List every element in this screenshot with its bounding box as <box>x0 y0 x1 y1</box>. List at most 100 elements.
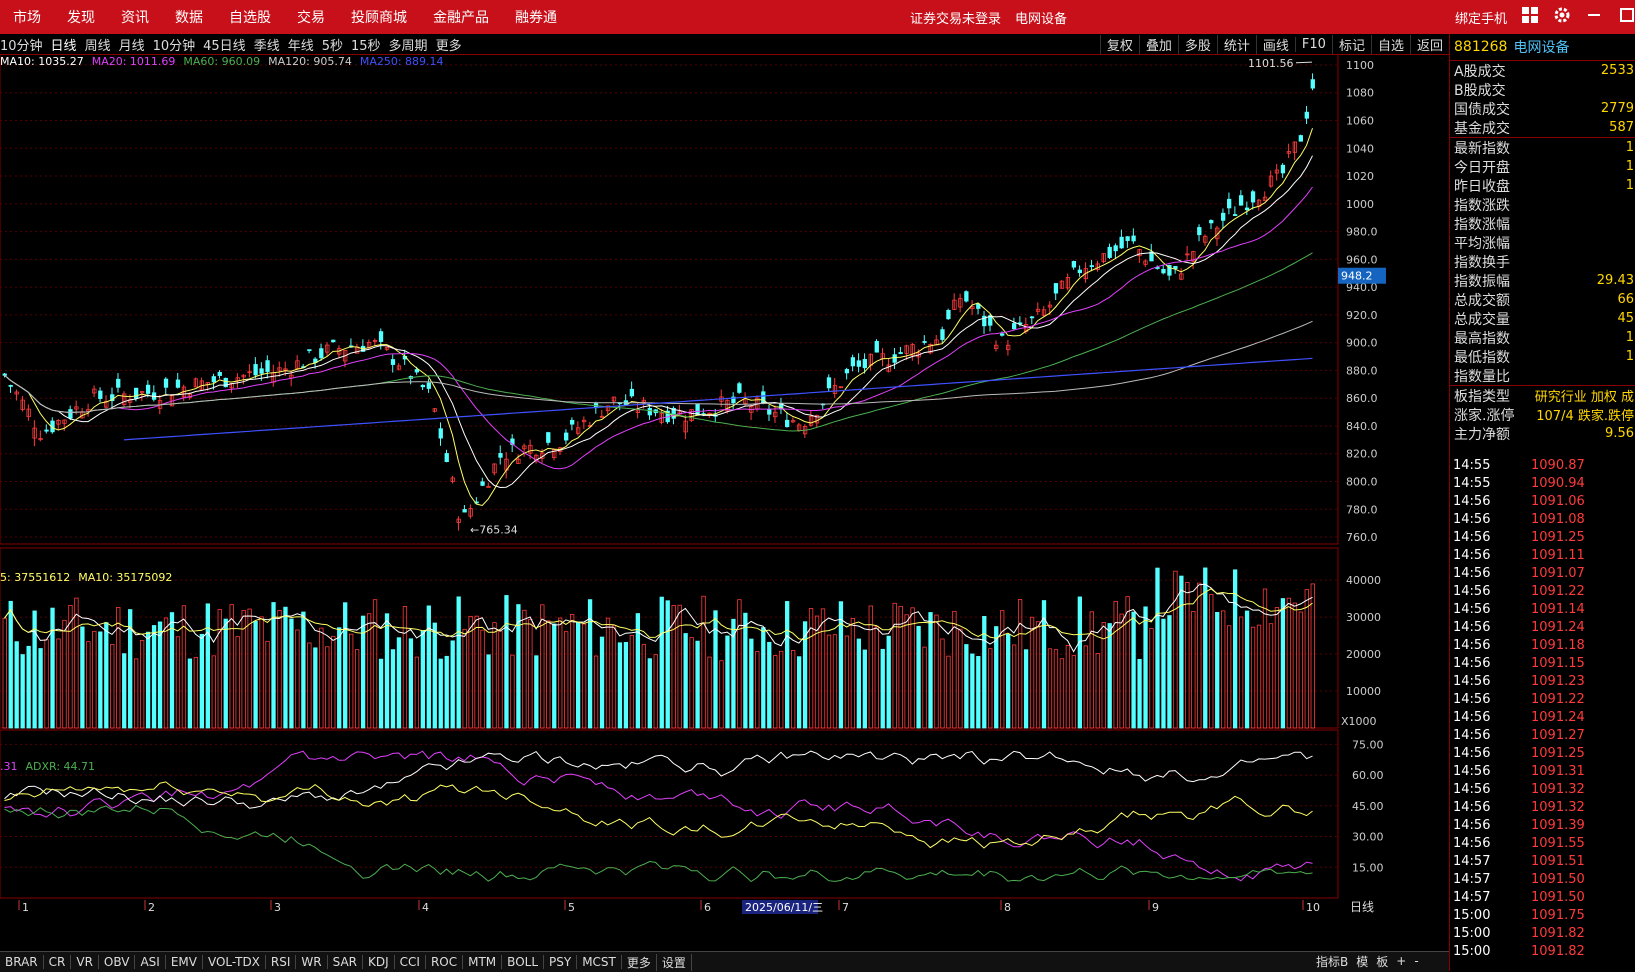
tool-adjust[interactable]: 复权 <box>1099 34 1139 54</box>
period-year[interactable]: 年线 <box>288 35 314 54</box>
candle-body <box>1304 111 1309 119</box>
maximize-icon[interactable] <box>1617 6 1635 28</box>
tick-time: 15:00 <box>1453 943 1491 959</box>
menu-data[interactable]: 数据 <box>175 7 203 27</box>
volume-bar <box>976 656 981 729</box>
indicator-tab[interactable]: ROC <box>426 955 464 969</box>
period-45day[interactable]: 45日线 <box>203 35 246 54</box>
volume-bar <box>1083 645 1088 729</box>
indicator-tab[interactable]: MCST <box>577 955 622 969</box>
tool-draw[interactable]: 画线 <box>1255 34 1295 54</box>
quote-value: 66 <box>1617 292 1634 307</box>
menu-market[interactable]: 市场 <box>13 7 41 27</box>
volume-bar <box>617 642 623 729</box>
zoom-out-button[interactable]: - <box>1410 954 1422 968</box>
volume-bar <box>1053 649 1059 729</box>
volume-bar <box>247 608 252 729</box>
period-5s[interactable]: 5秒 <box>322 35 343 54</box>
indicator-tab[interactable]: VR <box>71 955 99 969</box>
period-quarter[interactable]: 季线 <box>254 35 280 54</box>
tick-row: 14:57 1091.50 <box>1449 870 1635 888</box>
menu-discover[interactable]: 发现 <box>67 7 95 27</box>
indicator-tab[interactable]: 更多 <box>622 953 657 971</box>
volume-bar <box>20 654 25 729</box>
tool-overlay[interactable]: 叠加 <box>1138 34 1178 54</box>
candle-body <box>1238 195 1244 206</box>
indicator-tab[interactable]: CR <box>44 955 72 969</box>
indicator-tab[interactable]: PSY <box>544 955 578 969</box>
tool-multi-stock[interactable]: 多股 <box>1177 34 1217 54</box>
tool-stats[interactable]: 统计 <box>1216 34 1256 54</box>
quote-row: 今日开盘 1 <box>1450 157 1635 176</box>
period-10min-b[interactable]: 10分钟 <box>153 35 196 54</box>
grid-icon[interactable] <box>1521 6 1539 28</box>
volume-bar <box>1077 596 1082 729</box>
period-weekly[interactable]: 周线 <box>85 35 111 54</box>
tick-time: 14:55 <box>1453 475 1491 491</box>
volume-bar <box>8 600 13 729</box>
tool-back[interactable]: 返回 <box>1409 34 1449 54</box>
quote-row: 平均涨幅 <box>1450 233 1635 252</box>
indicator-tab[interactable]: BOLL <box>502 955 545 969</box>
indicator-tab[interactable]: EMV <box>166 955 203 969</box>
current-price-label: 948.2 <box>1341 270 1373 283</box>
tick-price: 1091.11 <box>1531 547 1585 563</box>
login-status[interactable]: 证券交易未登录 <box>910 8 1001 27</box>
indicator-tab[interactable]: ASI <box>135 955 166 969</box>
period-monthly[interactable]: 月线 <box>119 35 145 54</box>
volume-bar <box>253 620 258 729</box>
tool-f10[interactable]: F10 <box>1294 36 1332 52</box>
tool-watch[interactable]: 自选 <box>1370 34 1410 54</box>
tick-time: 14:56 <box>1453 511 1491 527</box>
menu-news[interactable]: 资讯 <box>121 7 149 27</box>
period-daily[interactable]: 日线 <box>51 35 77 54</box>
volume-unit-label: X1000 <box>1341 715 1377 728</box>
tick-price: 1091.50 <box>1531 889 1585 905</box>
period-more[interactable]: 更多 <box>436 35 462 54</box>
kline-chart[interactable]: 110010801060104010201000980.0960.0940.09… <box>0 54 1449 951</box>
indicator-tab[interactable]: 设置 <box>657 953 692 971</box>
volume-bar <box>498 630 503 729</box>
indicator-tab[interactable]: KDJ <box>363 955 395 969</box>
indicator-tab[interactable]: WR <box>296 955 328 969</box>
menu-watchlist[interactable]: 自选股 <box>229 7 271 27</box>
menu-trade[interactable]: 交易 <box>297 7 325 27</box>
indicator-tab[interactable]: CCI <box>395 955 426 969</box>
quote-row: 板指类型 研究行业 加权 成 <box>1450 385 1635 405</box>
quote-label: 指数量比 <box>1454 368 1510 385</box>
menu-margin[interactable]: 融券通 <box>515 7 557 27</box>
gear-icon[interactable] <box>1553 6 1571 28</box>
volume-bar <box>307 642 312 729</box>
menu-advisor-mall[interactable]: 投顾商城 <box>351 7 407 27</box>
volume-bar <box>1244 610 1250 729</box>
period-multi[interactable]: 多周期 <box>389 35 428 54</box>
volume-bar <box>581 623 587 729</box>
menu-finance-products[interactable]: 金融产品 <box>433 7 489 27</box>
volume-bar <box>940 638 945 729</box>
tick-list[interactable]: 14:55 1090.87 14:55 1090.94 14:56 1091.06 14:5… <box>1449 456 1635 960</box>
max-price-arrow <box>1295 61 1313 64</box>
volume-bar <box>767 641 772 729</box>
period-15s[interactable]: 15秒 <box>351 35 381 54</box>
board-button[interactable]: 板 <box>1372 953 1392 970</box>
period-10min[interactable]: 10分钟 <box>0 35 43 54</box>
indicator-tab[interactable]: BRAR <box>0 955 44 969</box>
volume-bar <box>534 655 539 729</box>
minimize-icon[interactable] <box>1585 6 1603 28</box>
indicator-tab[interactable]: MTM <box>463 955 503 969</box>
indicator-tab[interactable]: OBV <box>99 955 136 969</box>
zoom-in-button[interactable]: + <box>1392 954 1410 968</box>
bind-phone-button[interactable]: 绑定手机 <box>1455 8 1507 27</box>
volume-bar <box>647 658 652 729</box>
volume-bar <box>820 608 826 729</box>
volume-bar <box>558 617 563 729</box>
tool-mark[interactable]: 标记 <box>1331 34 1371 54</box>
template-button[interactable]: 模 <box>1352 953 1372 970</box>
indicator-b-button[interactable]: 指标B <box>1312 953 1352 970</box>
tick-row: 15:00 1091.75 <box>1449 906 1635 924</box>
indicator-tab[interactable]: RSI <box>266 955 297 969</box>
indicator-tab[interactable]: SAR <box>328 955 363 969</box>
indicator-tab[interactable]: VOL-TDX <box>203 955 266 969</box>
candle-body <box>319 348 324 359</box>
candle-body <box>217 372 222 376</box>
